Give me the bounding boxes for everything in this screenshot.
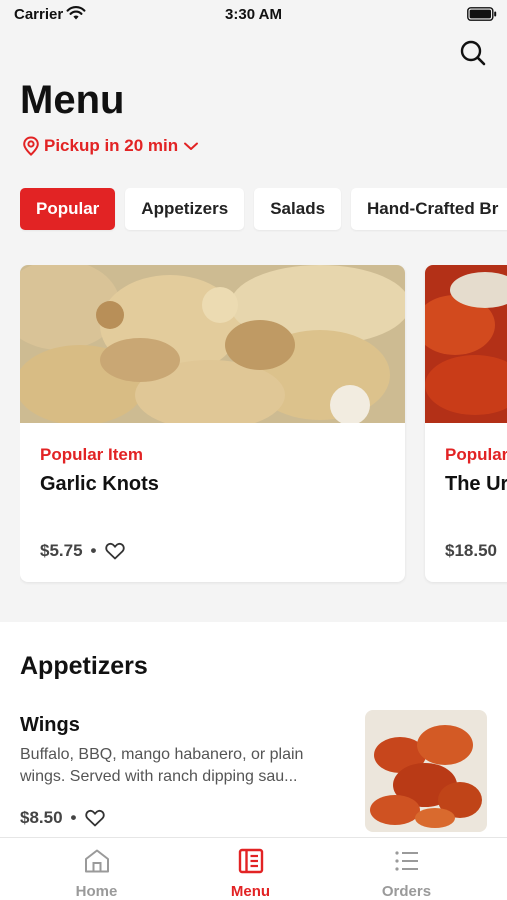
card-title: The Ur xyxy=(445,473,507,495)
heart-icon[interactable] xyxy=(84,809,105,827)
card-price-row: $18.50 xyxy=(445,541,497,561)
card-title: Garlic Knots xyxy=(40,473,159,495)
pickup-label: Pickup in 20 min xyxy=(44,136,179,155)
card-price-row: $5.75 • xyxy=(40,541,125,561)
pickup-selector[interactable]: Pickup in 20 min xyxy=(22,136,200,156)
battery-icon xyxy=(467,7,497,26)
list-icon xyxy=(395,851,418,871)
location-pin-icon xyxy=(23,136,39,156)
tab-label: Orders xyxy=(381,883,432,900)
appetizers-section: Appetizers Wings Buffalo, BBQ, mango hab… xyxy=(0,622,507,842)
page-title: Menu xyxy=(20,78,125,122)
tab-home[interactable]: Home xyxy=(12,838,181,900)
category-chip-appetizers[interactable]: Appetizers xyxy=(125,188,245,230)
status-bar: Carrier 3:30 AM xyxy=(0,0,507,30)
menu-book-icon xyxy=(238,848,264,874)
home-icon xyxy=(85,849,109,873)
category-chip-salads[interactable]: Salads xyxy=(254,188,342,230)
menu-item-price-row: $8.50 • xyxy=(20,808,105,828)
price-separator: • xyxy=(70,808,77,827)
tab-menu[interactable]: Menu xyxy=(166,838,335,900)
chevron-down-icon xyxy=(184,142,199,150)
card-price: $5.75 xyxy=(40,541,83,560)
card-tag: Popular Item xyxy=(40,445,143,464)
menu-item-price: $8.50 xyxy=(20,808,63,827)
price-separator: • xyxy=(90,541,97,560)
bottom-tab-bar: Home Menu Orders xyxy=(0,837,507,900)
wings-photo xyxy=(425,265,507,423)
wings-thumbnail xyxy=(365,710,487,832)
search-button[interactable] xyxy=(456,36,490,70)
clock: 3:30 AM xyxy=(225,6,282,23)
popular-carousel: Popular Item Garlic Knots $5.75 • Popula… xyxy=(20,265,507,585)
search-icon xyxy=(460,40,486,66)
card-tag: Popular xyxy=(445,445,507,464)
menu-item-description: Buffalo, BBQ, mango habanero, or plain w… xyxy=(20,746,304,785)
category-chip-popular[interactable]: Popular xyxy=(20,188,116,230)
menu-item-title[interactable]: Wings xyxy=(20,714,80,737)
category-chip-hand-crafted[interactable]: Hand-Crafted Br xyxy=(351,188,507,230)
heart-icon[interactable] xyxy=(104,542,125,560)
tab-orders[interactable]: Orders xyxy=(322,838,491,900)
menu-item-image[interactable] xyxy=(365,710,487,832)
card-price: $18.50 xyxy=(445,541,497,560)
section-title: Appetizers xyxy=(20,652,148,680)
tab-label: Menu xyxy=(230,883,271,900)
tab-label: Home xyxy=(75,883,118,900)
popular-card[interactable]: Popular The Ur $18.50 xyxy=(425,265,507,582)
popular-card[interactable]: Popular Item Garlic Knots $5.75 • xyxy=(20,265,405,582)
garlic-knots-photo xyxy=(20,265,405,430)
category-tabs: Popular Appetizers Salads Hand-Crafted Br xyxy=(20,188,507,232)
